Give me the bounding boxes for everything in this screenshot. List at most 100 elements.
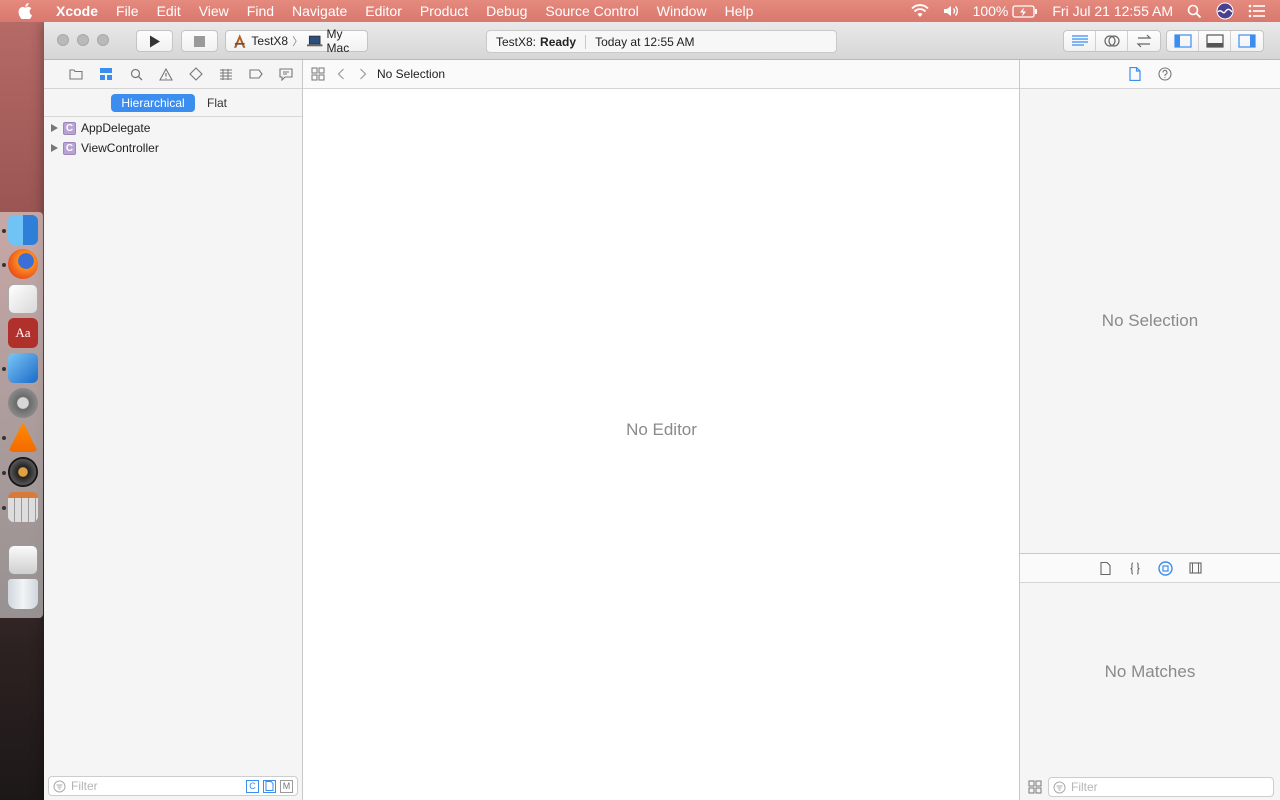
scheme-name[interactable]: TestX8 <box>251 34 288 48</box>
assistant-editor-button[interactable] <box>1096 31 1128 51</box>
flat-toggle[interactable]: Flat <box>207 96 227 110</box>
warning-icon <box>159 67 173 81</box>
file-inspector-tab[interactable] <box>1120 64 1150 84</box>
tree-row-label: ViewController <box>81 141 159 155</box>
library-filter-field[interactable]: Filter <box>1048 777 1274 797</box>
menu-editor[interactable]: Editor <box>365 3 402 19</box>
filter-members-button[interactable]: M <box>280 779 293 793</box>
stop-button[interactable] <box>181 30 218 52</box>
version-editor-button[interactable] <box>1128 31 1160 51</box>
run-button[interactable] <box>136 30 173 52</box>
wifi-icon[interactable] <box>910 4 929 18</box>
app-target-icon <box>233 34 246 48</box>
editor-mode-segmented-control <box>1063 30 1161 52</box>
battery-icon[interactable] <box>1012 4 1038 18</box>
xcode-dock-icon[interactable] <box>8 353 38 383</box>
menu-debug[interactable]: Debug <box>486 3 527 19</box>
no-editor-placeholder: No Editor <box>626 420 697 439</box>
activity-time: Today at 12:55 AM <box>595 34 695 49</box>
symbol-navigator-tab[interactable] <box>91 64 121 84</box>
menu-window[interactable]: Window <box>657 3 707 19</box>
vlc-icon[interactable] <box>8 422 38 452</box>
test-navigator-tab[interactable] <box>181 64 211 84</box>
right-panel-icon <box>1238 34 1256 48</box>
menu-view[interactable]: View <box>199 3 229 19</box>
notification-center-icon[interactable] <box>1248 4 1266 18</box>
object-library-tab[interactable] <box>1150 558 1180 578</box>
tree-row[interactable]: C ViewController <box>44 138 302 158</box>
firefox-icon[interactable] <box>8 249 38 279</box>
issue-navigator-tab[interactable] <box>151 64 181 84</box>
report-navigator-tab[interactable] <box>271 64 301 84</box>
standard-editor-button[interactable] <box>1064 31 1096 51</box>
search-icon <box>130 68 142 80</box>
forward-chevron-icon[interactable] <box>359 68 367 80</box>
menu-help[interactable]: Help <box>725 3 754 19</box>
filter-classes-button[interactable]: C <box>246 779 259 793</box>
menu-edit[interactable]: Edit <box>157 3 181 19</box>
window-zoom-button[interactable] <box>97 34 109 46</box>
window-minimize-button[interactable] <box>77 34 89 46</box>
back-chevron-icon[interactable] <box>337 68 345 80</box>
breakpoint-navigator-tab[interactable] <box>241 64 271 84</box>
find-navigator-tab[interactable] <box>121 64 151 84</box>
menu-navigate[interactable]: Navigate <box>292 3 347 19</box>
menu-file[interactable]: File <box>116 3 139 19</box>
file-template-library-tab[interactable] <box>1090 558 1120 578</box>
navigator-pane: Hierarchical Flat C AppDelegate C ViewCo… <box>44 60 303 800</box>
trash-icon[interactable] <box>8 579 38 609</box>
filter-project-only-button[interactable] <box>263 779 276 793</box>
finder-icon[interactable] <box>8 215 38 245</box>
calculator-icon[interactable] <box>8 492 38 522</box>
file-template-icon <box>1099 561 1111 575</box>
dock-running-indicator <box>2 436 6 440</box>
debug-navigator-tab[interactable] <box>211 64 241 84</box>
window-close-button[interactable] <box>57 34 69 46</box>
scheme-selector[interactable]: TestX8 〉 My Mac <box>225 27 368 55</box>
battery-percent[interactable]: 100% <box>973 3 1009 19</box>
siri-icon[interactable] <box>1216 2 1234 20</box>
system-preferences-icon[interactable] <box>8 388 38 418</box>
spotlight-icon[interactable] <box>1187 4 1202 19</box>
toggle-navigator-button[interactable] <box>1167 31 1199 51</box>
toggle-inspector-button[interactable] <box>1231 31 1263 51</box>
menubar-clock[interactable]: Fri Jul 21 12:55 AM <box>1052 3 1173 19</box>
project-navigator-tab[interactable] <box>61 64 91 84</box>
audio-app-icon[interactable] <box>8 457 38 487</box>
menu-source-control[interactable]: Source Control <box>545 3 638 19</box>
dictionary-icon[interactable]: Aa <box>8 318 38 348</box>
menu-product[interactable]: Product <box>420 3 468 19</box>
panel-toggle-segmented-control <box>1166 30 1264 52</box>
navigator-filter-field[interactable]: Filter C M <box>48 776 298 796</box>
symbol-tree: C AppDelegate C ViewController <box>44 117 302 158</box>
dock-running-indicator <box>2 263 6 267</box>
filter-icon <box>1053 781 1066 793</box>
destination-name[interactable]: My Mac <box>327 27 367 55</box>
volume-icon[interactable] <box>943 4 959 18</box>
tree-row[interactable]: C AppDelegate <box>44 118 302 138</box>
jump-bar-path[interactable]: No Selection <box>377 67 445 81</box>
activity-viewer: TestX8: Ready Today at 12:55 AM <box>486 30 837 53</box>
window-toolbar: TestX8 〉 My Mac TestX8: Ready Today at 1… <box>44 22 1280 60</box>
jump-bar: No Selection <box>303 60 1019 89</box>
quick-help-tab[interactable] <box>1150 64 1180 84</box>
version-editor-icon <box>1136 34 1152 48</box>
document-icon <box>1129 67 1141 81</box>
textedit-icon[interactable] <box>8 284 38 314</box>
related-items-icon[interactable] <box>311 67 325 81</box>
hierarchy-icon <box>100 68 112 80</box>
media-library-tab[interactable] <box>1180 558 1210 578</box>
menu-app-name[interactable]: Xcode <box>56 3 98 19</box>
code-snippet-library-tab[interactable] <box>1120 558 1150 578</box>
menu-find[interactable]: Find <box>247 3 274 19</box>
filter-placeholder: Filter <box>71 779 98 793</box>
filter-placeholder: Filter <box>1071 780 1098 794</box>
toggle-debug-area-button[interactable] <box>1199 31 1231 51</box>
inspector-pane: No Selection No Matches Filter <box>1020 60 1280 800</box>
disclosure-triangle-icon[interactable] <box>51 124 58 132</box>
library-grid-view-icon[interactable] <box>1028 780 1042 794</box>
hierarchical-toggle[interactable]: Hierarchical <box>111 93 195 112</box>
disclosure-triangle-icon[interactable] <box>51 144 58 152</box>
apple-menu-icon[interactable] <box>18 3 36 19</box>
documents-stack-icon[interactable] <box>8 545 38 575</box>
